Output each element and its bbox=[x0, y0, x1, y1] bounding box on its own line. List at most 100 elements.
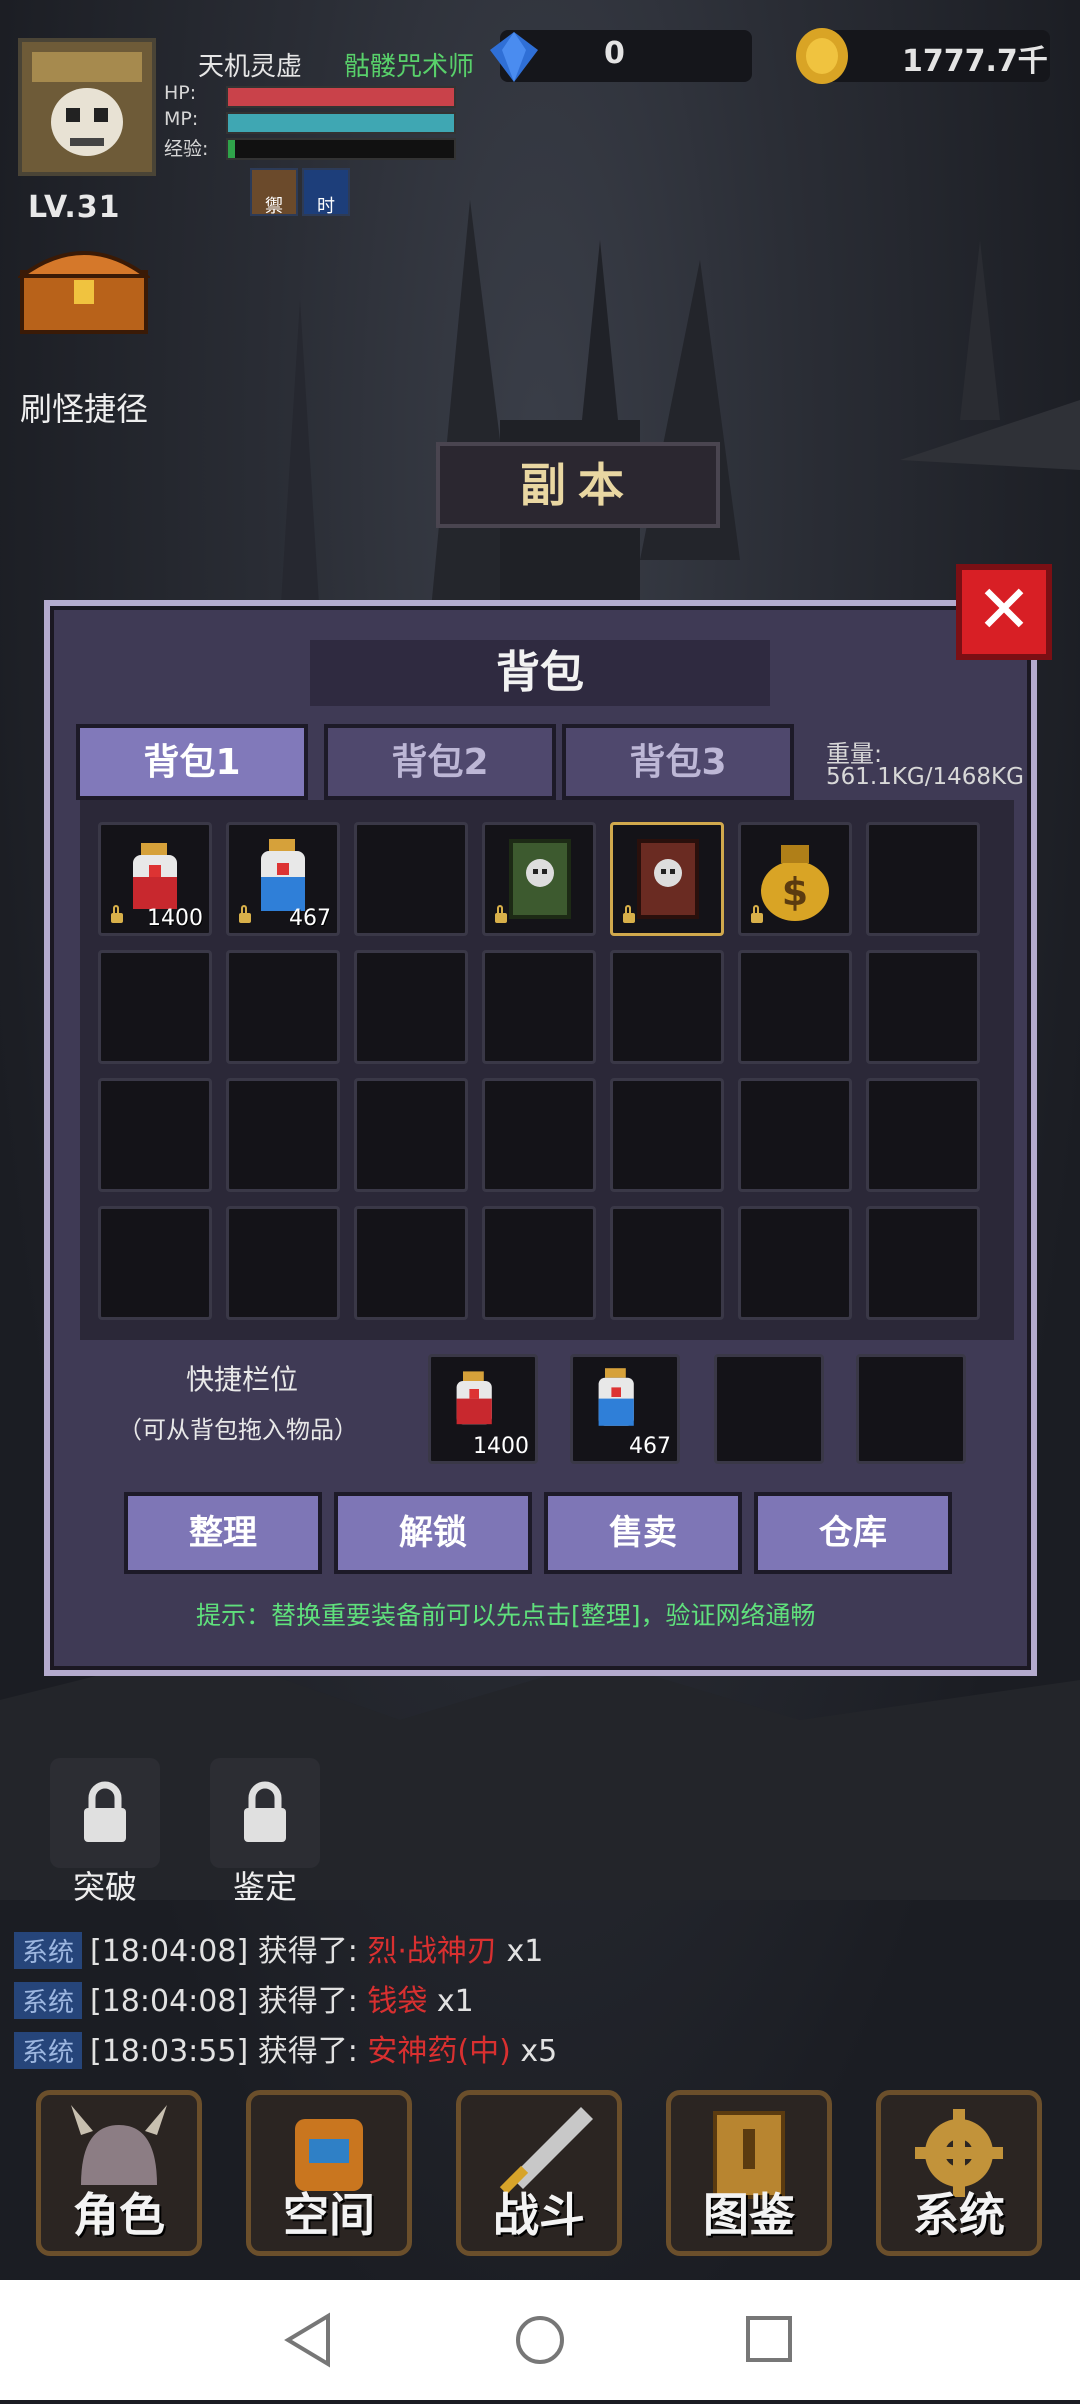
recents-icon bbox=[746, 2316, 792, 2362]
bag-title: 背包 bbox=[310, 640, 770, 706]
inventory-slot[interactable] bbox=[610, 1078, 724, 1192]
nav-system[interactable]: 系统 bbox=[876, 2090, 1042, 2256]
mp-label: MP: bbox=[164, 108, 199, 130]
inventory-slot[interactable] bbox=[866, 950, 980, 1064]
hint-text: 提示：替换重要装备前可以先点击[整理]，验证网络通畅 bbox=[196, 1601, 816, 1630]
inventory-slot[interactable]: $ bbox=[738, 822, 852, 936]
inventory-slot[interactable] bbox=[482, 1206, 596, 1320]
inventory-slot[interactable]: 467 bbox=[226, 822, 340, 936]
nav-space[interactable]: 空间 bbox=[246, 2090, 412, 2256]
chat-line: 系统 [18:04:08] 获得了: 烈·战神刃 x1 bbox=[14, 1926, 543, 1970]
chat-tag: 系统 bbox=[14, 2032, 83, 2069]
player-avatar[interactable] bbox=[18, 38, 156, 176]
system-chat-log: 系统 [18:04:08] 获得了: 烈·战神刃 x1 系统 [18:04:08] … bbox=[0, 1920, 1080, 2070]
player-level: LV.31 bbox=[28, 190, 121, 225]
sort-button[interactable]: 整理 bbox=[124, 1492, 322, 1574]
buff-icon-2[interactable]: 时 bbox=[302, 168, 350, 217]
item-count: 467 bbox=[629, 1434, 671, 1459]
nav-label: 角色 bbox=[73, 2188, 165, 2242]
inventory-slot[interactable] bbox=[482, 950, 596, 1064]
inventory-slot[interactable] bbox=[98, 950, 212, 1064]
inventory-slot[interactable] bbox=[354, 1206, 468, 1320]
player-class: 骷髅咒术师 bbox=[344, 52, 475, 82]
gem-counter: 0 bbox=[490, 30, 752, 82]
dungeon-button[interactable]: 副本 bbox=[436, 442, 720, 528]
item-count: 1400 bbox=[147, 906, 203, 931]
inventory-slot[interactable] bbox=[226, 1078, 340, 1192]
chat-text: 获得了: bbox=[257, 2034, 358, 2069]
player-name: 天机灵虚 bbox=[198, 52, 303, 82]
svg-text:$: $ bbox=[782, 870, 808, 914]
breakthrough-button[interactable]: 突破 bbox=[46, 1758, 164, 1906]
diamond-icon bbox=[490, 32, 538, 82]
inventory-slot[interactable] bbox=[866, 1078, 980, 1192]
inventory-slot[interactable] bbox=[610, 1206, 724, 1320]
item-count: 467 bbox=[289, 906, 331, 931]
lock-icon bbox=[84, 1781, 126, 1842]
quick-slot[interactable]: 1400 bbox=[428, 1354, 538, 1464]
quick-slot[interactable] bbox=[856, 1354, 966, 1464]
chat-time: [18:03:55] bbox=[90, 2034, 249, 2069]
home-icon bbox=[516, 2316, 564, 2364]
mp-bar bbox=[226, 112, 456, 134]
monster-shortcut-button[interactable]: 刷怪捷径 bbox=[20, 384, 148, 430]
buff-icon-1[interactable]: 禦 bbox=[250, 168, 298, 217]
chat-qty: x1 bbox=[506, 1934, 544, 1969]
chat-item: 安神药(中) bbox=[367, 2034, 511, 2069]
treasure-chest-button[interactable] bbox=[15, 236, 153, 336]
inventory-slot[interactable]: 1400 bbox=[98, 822, 212, 936]
quick-slot[interactable]: 467 bbox=[570, 1354, 680, 1464]
system-navigation-bar bbox=[0, 2280, 1080, 2400]
unlock-button[interactable]: 解锁 bbox=[334, 1492, 532, 1574]
gold-amount: 1777.7千 bbox=[902, 44, 1048, 79]
lock-icon bbox=[495, 905, 507, 923]
inventory-slot[interactable] bbox=[482, 1078, 596, 1192]
quickbar-subtitle: （可从背包拖入物品） bbox=[118, 1416, 358, 1444]
quick-slot[interactable] bbox=[714, 1354, 824, 1464]
breakthrough-label: 突破 bbox=[72, 1868, 137, 1906]
gold-counter: 1777.7千 bbox=[796, 28, 1050, 84]
exp-bar bbox=[226, 138, 456, 160]
inventory-slot[interactable] bbox=[610, 950, 724, 1064]
nav-label: 图鉴 bbox=[703, 2188, 795, 2242]
chat-time: [18:04:08] bbox=[90, 1934, 249, 1969]
inventory-slot[interactable] bbox=[226, 1206, 340, 1320]
nav-character[interactable]: 角色 bbox=[36, 2090, 202, 2256]
appraise-button[interactable]: 鉴定 bbox=[206, 1758, 324, 1906]
inventory-slot[interactable] bbox=[482, 822, 596, 936]
inventory-slot[interactable] bbox=[354, 1078, 468, 1192]
inventory-slot[interactable] bbox=[866, 1206, 980, 1320]
chat-text: 获得了: bbox=[257, 1984, 358, 2019]
inventory-slot[interactable] bbox=[866, 822, 980, 936]
warehouse-button[interactable]: 仓库 bbox=[754, 1492, 952, 1574]
inventory-slot[interactable] bbox=[354, 950, 468, 1064]
back-icon bbox=[284, 2312, 330, 2368]
close-button[interactable]: ✕ bbox=[956, 564, 1052, 660]
inventory-slot[interactable] bbox=[354, 822, 468, 936]
sell-button[interactable]: 售卖 bbox=[544, 1492, 742, 1574]
close-icon: ✕ bbox=[976, 571, 1032, 648]
inventory-slot[interactable] bbox=[98, 1206, 212, 1320]
chat-line: 系统 [18:04:08] 获得了: 钱袋 x1 bbox=[14, 1976, 474, 2020]
exp-label: 经验: bbox=[164, 138, 209, 160]
nav-battle[interactable]: 战斗 bbox=[456, 2090, 622, 2256]
tab-bag-2[interactable]: 背包2 bbox=[324, 724, 556, 800]
inventory-slot[interactable] bbox=[98, 1078, 212, 1192]
nav-codex[interactable]: 图鉴 bbox=[666, 2090, 832, 2256]
lock-icon bbox=[244, 1781, 286, 1842]
inventory-slot[interactable] bbox=[738, 950, 852, 1064]
lock-icon bbox=[239, 905, 251, 923]
nav-label: 战斗 bbox=[493, 2188, 585, 2242]
chat-time: [18:04:08] bbox=[90, 1984, 249, 2019]
nav-label: 空间 bbox=[283, 2188, 375, 2242]
chat-line: 系统 [18:03:55] 获得了: 安神药(中) x5 bbox=[14, 2026, 557, 2070]
tab-bag-1[interactable]: 背包1 bbox=[76, 724, 308, 800]
inventory-slot[interactable] bbox=[738, 1078, 852, 1192]
inventory-slot[interactable] bbox=[226, 950, 340, 1064]
treasure-chest-icon bbox=[15, 251, 153, 334]
inventory-slot[interactable] bbox=[738, 1206, 852, 1320]
inventory-slot[interactable] bbox=[610, 822, 724, 936]
hp-bar bbox=[226, 86, 456, 108]
tab-bag-3[interactable]: 背包3 bbox=[562, 724, 794, 800]
lock-icon bbox=[111, 905, 123, 923]
